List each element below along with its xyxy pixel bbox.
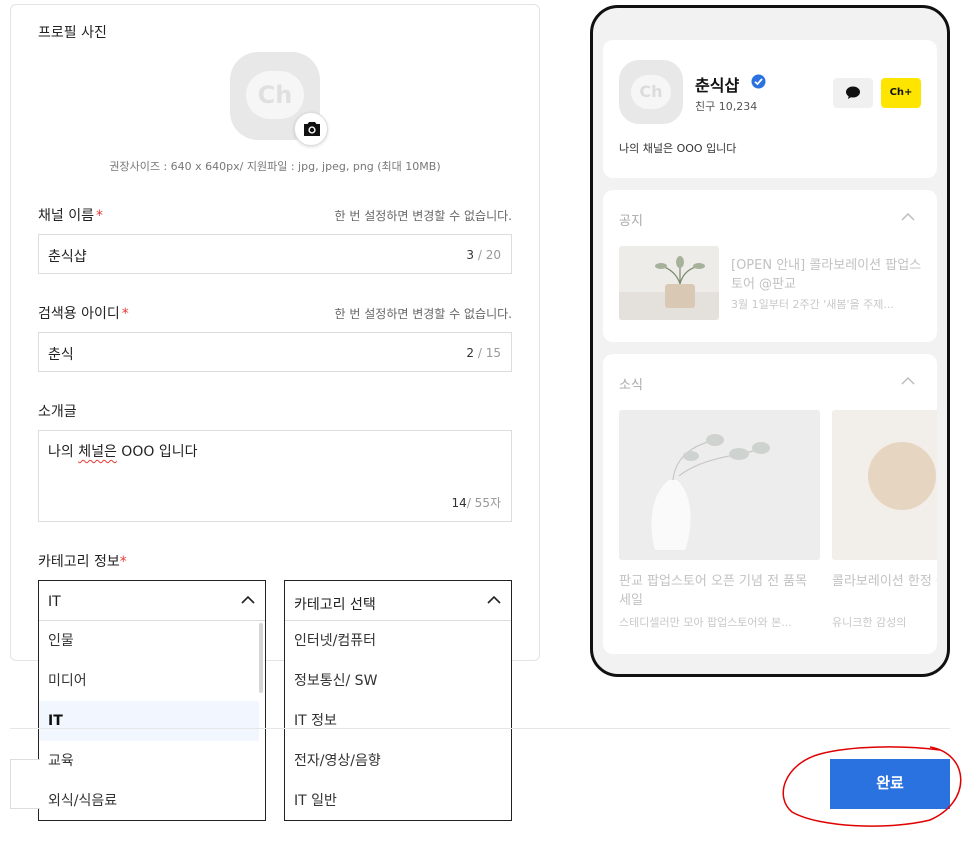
chevron-up-icon [487, 595, 501, 604]
channel-name-count-current: 3 [466, 248, 475, 262]
channel-name-count-max: / 20 [474, 248, 501, 262]
news-thumbnail-1 [619, 410, 820, 560]
category-label-text: 카테고리 정보 [38, 554, 120, 570]
channel-name-label-text: 채널 이름 [38, 208, 94, 224]
primary-category-select[interactable]: IT [39, 581, 265, 621]
intro-counter: 14/ 55자 [452, 494, 501, 511]
options-scrollbar[interactable] [259, 623, 263, 693]
channel-name-counter: 3 / 20 [466, 248, 501, 262]
vase-image [619, 410, 820, 560]
plant-pot-image [619, 246, 719, 320]
primary-option-4[interactable]: 외식/식음료 [39, 781, 259, 820]
required-mark: * [95, 208, 103, 224]
chat-bubble-icon [846, 86, 860, 99]
intro-count-max: / 55자 [466, 496, 501, 510]
intro-label: 소개글 [38, 404, 77, 420]
category-label: 카테고리 정보* [38, 551, 127, 571]
secondary-option-1[interactable]: 정보통신/ SW [285, 661, 511, 701]
required-mark: * [119, 554, 127, 570]
search-id-hint: 한 번 설정하면 변경할 수 없습니다. [334, 307, 512, 321]
secondary-option-4[interactable]: IT 일반 [285, 781, 511, 820]
intro-value-post: OOO 입니다 [116, 444, 198, 460]
preview-channel-name: 춘식샵 [695, 76, 740, 95]
footer-divider [10, 728, 950, 729]
chevron-up-icon [241, 595, 255, 604]
round-object-image [832, 410, 937, 560]
notice-thumbnail [619, 246, 719, 320]
secondary-category-placeholder: 카테고리 선택 [294, 597, 376, 613]
primary-option-1[interactable]: 미디어 [39, 661, 259, 701]
preview-notice-card: 공지 [OPEN 안내] 콜라보레이션 팝업스토어 @판교 3월 1일부터 2주… [603, 190, 937, 342]
search-id-count-current: 2 [466, 346, 475, 360]
search-id-value: 춘식 [48, 347, 74, 363]
primary-option-0[interactable]: 인물 [39, 621, 259, 661]
channel-logo-icon: Ch [246, 71, 304, 119]
secondary-footer-button[interactable] [10, 759, 40, 809]
notice-title: [OPEN 안내] 콜라보레이션 팝업스토어 @판교 [731, 258, 922, 292]
primary-category-selected: IT [48, 594, 61, 610]
news-section-title: 소식 [619, 378, 643, 393]
search-id-label-text: 검색용 아이디 [38, 306, 120, 322]
preview-news-card: 소식 판교 팝업스토어 오픈 기념 전 품목 세일 스테디셀러만 모아 팝업스토… [603, 354, 937, 654]
annotation-circle [782, 746, 962, 827]
preview-profile-card: Ch 춘식샵 친구 10,234 Ch+ 나의 채널은 OOO 입니다 [603, 40, 937, 178]
search-id-input[interactable]: 춘식 2 / 15 [38, 332, 512, 372]
news-title-2: 콜라보레이션 한정 출시 [832, 574, 937, 589]
preview-intro: 나의 채널은 OOO 입니다 [619, 142, 737, 155]
phone-preview: Ch 춘식샵 친구 10,234 Ch+ 나의 채널은 OOO 입니다 공지 [… [590, 5, 950, 677]
channel-name-input[interactable]: 춘식샵 3 / 20 [38, 234, 512, 274]
primary-category-dropdown[interactable]: IT 인물 미디어 IT 교육 외식/식음료 [38, 580, 266, 821]
secondary-category-select[interactable]: 카테고리 선택 [285, 581, 511, 621]
search-id-count-max: / 15 [474, 346, 501, 360]
news-subtitle-2: 유니크한 감성의 [832, 616, 907, 629]
verified-badge-icon [751, 74, 766, 89]
secondary-option-2[interactable]: IT 정보 [285, 701, 511, 741]
news-thumbnail-2 [832, 410, 937, 560]
search-id-counter: 2 / 15 [466, 346, 501, 360]
channel-name-hint: 한 번 설정하면 변경할 수 없습니다. [334, 209, 512, 223]
secondary-category-options: 인터넷/컴퓨터 정보통신/ SW IT 정보 전자/영상/음향 IT 일반 [285, 621, 511, 820]
intro-value-pre: 나의 [48, 444, 79, 460]
intro-textarea[interactable]: 나의 체널은 OOO 입니다 14/ 55자 [38, 430, 512, 522]
notice-section-title: 공지 [619, 214, 643, 229]
photo-size-hint: 권장사이즈 : 640 x 640px/ 지원파일 : jpg, jpeg, p… [109, 160, 441, 173]
search-id-label: 검색용 아이디 * [38, 303, 129, 323]
intro-value: 나의 체널은 OOO 입니다 [48, 441, 197, 461]
camera-upload-button[interactable] [294, 112, 328, 146]
profile-photo-label: 프로필 사진 [38, 25, 107, 41]
channel-logo-icon: Ch [631, 75, 671, 109]
required-mark: * [121, 306, 129, 322]
news-subtitle-1: 스테디셀러만 모아 팝업스토어와 본... [619, 616, 792, 629]
intro-count-current: 14 [451, 496, 467, 510]
secondary-option-3[interactable]: 전자/영상/음향 [285, 741, 511, 781]
preview-chat-button[interactable] [833, 78, 873, 108]
channel-name-value: 춘식샵 [48, 249, 87, 265]
news-title-1: 판교 팝업스토어 오픈 기념 전 품목 세일 [619, 574, 808, 608]
primary-option-2[interactable]: IT [39, 701, 259, 741]
preview-friend-count: 친구 10,234 [695, 100, 758, 113]
preview-add-channel-button[interactable]: Ch+ [881, 78, 921, 108]
chevron-up-icon[interactable] [901, 376, 915, 385]
intro-misspelled-word: 체널은 [78, 444, 117, 460]
chevron-up-icon[interactable] [901, 212, 915, 221]
secondary-option-0[interactable]: 인터넷/컴퓨터 [285, 621, 511, 661]
preview-avatar: Ch [619, 60, 683, 124]
notice-subtitle: 3월 1일부터 2주간 '새봄'을 주제... [731, 298, 894, 311]
channel-name-label: 채널 이름 * [38, 205, 103, 225]
primary-option-3[interactable]: 교육 [39, 741, 259, 781]
camera-icon [304, 122, 320, 136]
secondary-category-dropdown[interactable]: 카테고리 선택 인터넷/컴퓨터 정보통신/ SW IT 정보 전자/영상/음향 … [284, 580, 512, 821]
primary-category-options: 인물 미디어 IT 교육 외식/식음료 [39, 621, 265, 820]
